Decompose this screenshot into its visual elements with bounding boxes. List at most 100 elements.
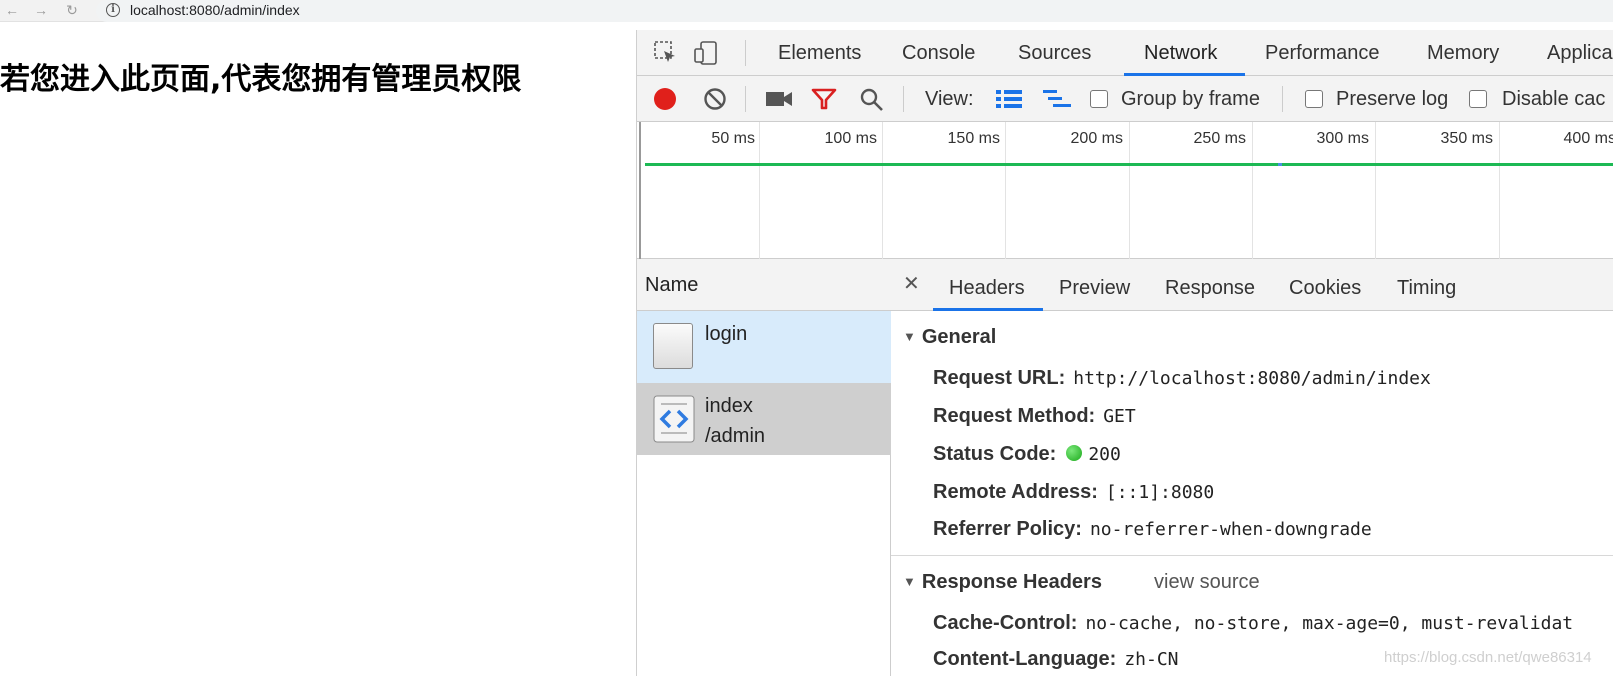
- header-value: 200: [1088, 444, 1121, 465]
- device-toolbar-icon[interactable]: [693, 40, 719, 66]
- capture-screenshots-icon[interactable]: [765, 89, 793, 109]
- preserve-log-checkbox[interactable]: [1305, 90, 1323, 108]
- timeline-gridline: [1129, 122, 1130, 259]
- clear-icon[interactable]: [703, 87, 727, 111]
- header-key: Content-Language:: [933, 648, 1117, 670]
- header-key: Status Code:: [933, 443, 1057, 465]
- tab-headers[interactable]: Headers: [949, 259, 1025, 311]
- disable-cache-label[interactable]: Disable cac: [1502, 76, 1605, 122]
- tab-application[interactable]: Applica: [1547, 30, 1613, 76]
- header-row-request-method: Request Method: GET: [933, 405, 1136, 428]
- address-bar[interactable]: [96, 0, 1613, 22]
- header-row-cache-control: Cache-Control: no-cache, no-store, max-ag…: [933, 612, 1573, 635]
- tab-cookies[interactable]: Cookies: [1289, 259, 1361, 311]
- header-value: no-referrer-when-downgrade: [1089, 519, 1372, 540]
- request-path: /admin: [705, 425, 766, 447]
- network-timeline[interactable]: 50 ms 100 ms 150 ms 200 ms 250 ms 300 ms…: [637, 122, 1613, 259]
- view-label: View:: [925, 88, 974, 110]
- timeline-gridline: [759, 122, 760, 259]
- tab-memory[interactable]: Memory: [1427, 30, 1499, 76]
- tab-performance[interactable]: Performance: [1265, 30, 1380, 76]
- header-value: [::1]:8080: [1105, 482, 1215, 503]
- inspect-element-icon[interactable]: [653, 40, 679, 66]
- request-row-login[interactable]: login: [637, 311, 891, 383]
- site-info-icon[interactable]: i: [106, 3, 120, 17]
- request-list: Name login index /admin: [637, 259, 891, 676]
- expand-triangle-icon: ▼: [903, 329, 916, 344]
- large-request-rows-icon[interactable]: [995, 88, 1023, 110]
- timeline-gridline: [1005, 122, 1006, 259]
- active-detail-tab-indicator: [933, 308, 1043, 311]
- toolbar-separator: [745, 86, 746, 112]
- header-key: Remote Address:: [933, 481, 1098, 503]
- general-section-title: General: [921, 326, 997, 348]
- group-by-frame-label[interactable]: Group by frame: [1121, 76, 1260, 122]
- header-key: Request Method:: [933, 405, 1096, 427]
- tab-elements[interactable]: Elements: [778, 30, 861, 76]
- group-by-frame-checkbox[interactable]: [1090, 90, 1108, 108]
- timeline-label: 100 ms: [824, 130, 877, 147]
- detail-tab-bar: ✕ Headers Preview Response Cookies Timin…: [891, 259, 1613, 311]
- page-content: 若您进入此页面,代表您拥有管理员权限: [0, 22, 636, 676]
- expand-triangle-icon: ▼: [903, 574, 916, 589]
- reload-icon[interactable]: ↻: [64, 2, 80, 18]
- toolbar-separator: [1282, 86, 1283, 112]
- response-headers-section-toggle[interactable]: ▼ Response Headers: [903, 571, 1102, 594]
- network-toolbar: View: Group by frame Preserve log Disabl…: [637, 76, 1613, 122]
- header-row-request-url: Request URL: http://localhost:8080/admin/…: [933, 367, 1431, 390]
- header-value: no-cache, no-store, max-age=0, must-reva…: [1085, 613, 1574, 634]
- url-text[interactable]: localhost:8080/admin/index: [130, 2, 300, 18]
- tab-network[interactable]: Network: [1144, 30, 1217, 76]
- toolbar-separator: [903, 86, 904, 112]
- request-row-index[interactable]: index /admin: [637, 383, 891, 455]
- record-icon[interactable]: [653, 87, 677, 111]
- header-row-content-language: Content-Language: zh-CN: [933, 648, 1179, 671]
- tab-sources[interactable]: Sources: [1018, 30, 1091, 76]
- tab-console[interactable]: Console: [902, 30, 975, 76]
- header-key: Request URL:: [933, 367, 1066, 389]
- header-value: GET: [1103, 406, 1136, 427]
- disable-cache-checkbox[interactable]: [1469, 90, 1487, 108]
- timeline-label: 400 ms: [1563, 130, 1613, 147]
- timeline-request-bar: [645, 163, 1613, 166]
- section-divider: [891, 555, 1613, 556]
- tab-preview[interactable]: Preview: [1059, 259, 1130, 311]
- name-column-header[interactable]: Name: [637, 259, 891, 311]
- timeline-label: 300 ms: [1316, 130, 1369, 147]
- toolbar-separator: [745, 40, 746, 66]
- preserve-log-label[interactable]: Preserve log: [1336, 76, 1448, 122]
- timeline-label: 50 ms: [711, 130, 755, 147]
- timeline-gridline: [1252, 122, 1253, 259]
- watermark: https://blog.csdn.net/qwe86314: [1384, 649, 1592, 666]
- browser-toolbar: ← → ↻ i localhost:8080/admin/index: [0, 0, 1613, 22]
- filter-icon[interactable]: [811, 87, 837, 111]
- response-headers-title: Response Headers: [921, 571, 1102, 593]
- close-icon[interactable]: ✕: [903, 271, 920, 296]
- header-row-status-code: Status Code: 200: [933, 443, 1121, 466]
- header-key: Referrer Policy:: [933, 518, 1082, 540]
- timeline-gridline: [1499, 122, 1500, 259]
- search-icon[interactable]: [859, 87, 885, 113]
- page-heading: 若您进入此页面,代表您拥有管理员权限: [0, 62, 522, 97]
- timeline-label: 250 ms: [1193, 130, 1246, 147]
- timeline-label: 350 ms: [1440, 130, 1493, 147]
- view-source-link[interactable]: view source: [1154, 571, 1260, 594]
- timeline-label: 150 ms: [947, 130, 1000, 147]
- timeline-label: 200 ms: [1070, 130, 1123, 147]
- back-icon[interactable]: ←: [4, 2, 20, 18]
- forward-icon[interactable]: →: [33, 2, 49, 18]
- timeline-gridline: [639, 122, 641, 259]
- timeline-gridline: [882, 122, 883, 259]
- tab-response[interactable]: Response: [1165, 259, 1255, 311]
- show-overview-icon[interactable]: [1042, 88, 1072, 110]
- request-name: index: [705, 395, 753, 417]
- devtools-tab-bar: Elements Console Sources Network Perform…: [637, 30, 1613, 76]
- header-key: Cache-Control:: [933, 612, 1078, 634]
- document-icon: [653, 323, 693, 369]
- tab-timing[interactable]: Timing: [1397, 259, 1456, 311]
- timeline-request-marker: [1278, 163, 1282, 166]
- general-section-toggle[interactable]: ▼ General: [903, 326, 996, 349]
- header-value: http://localhost:8080/admin/index: [1073, 368, 1431, 389]
- header-value: zh-CN: [1124, 649, 1179, 670]
- request-name: login: [705, 323, 748, 345]
